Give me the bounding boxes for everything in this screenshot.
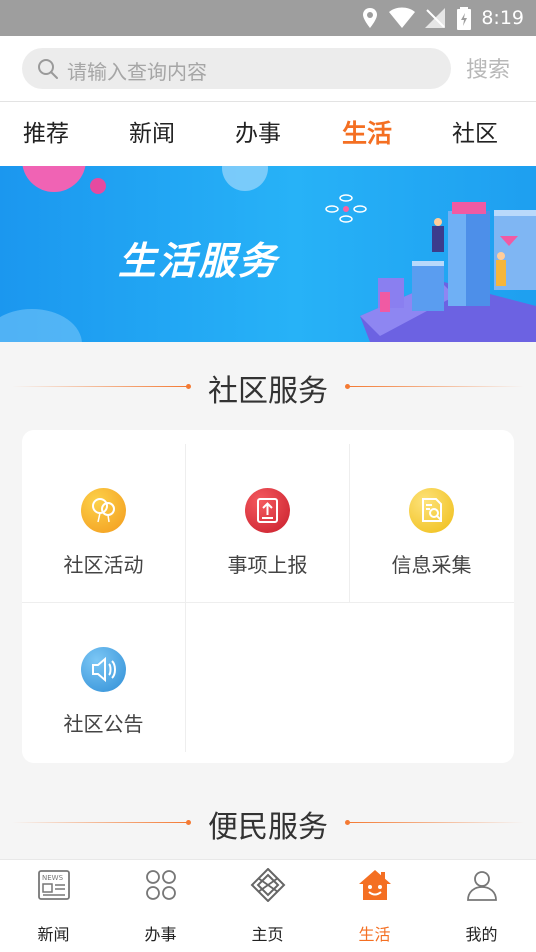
divider-dot <box>186 820 191 825</box>
speaker-icon <box>81 647 126 692</box>
signal-icon <box>425 8 445 28</box>
nav-label: 办事 <box>144 925 177 944</box>
divider-right <box>349 822 524 823</box>
service-label: 社区公告 <box>63 712 144 736</box>
service-report-matter[interactable]: 事项上报 <box>186 440 349 602</box>
divider-right <box>349 386 524 387</box>
tab-life[interactable]: 生活 <box>342 102 392 166</box>
convenience-section-header: 便民服务 <box>0 802 536 845</box>
section-title: 社区服务 <box>208 374 328 409</box>
user-icon <box>467 871 497 901</box>
home-logo-icon <box>250 868 286 902</box>
section-title: 便民服务 <box>208 810 328 845</box>
upload-report-icon <box>245 488 290 533</box>
nav-label: 生活 <box>358 925 391 944</box>
wifi-icon <box>389 7 415 28</box>
bottom-nav: NEWS 新闻 办事 主页 生活 我的 <box>0 859 536 952</box>
search-input[interactable]: 请输入查询内容 <box>22 48 451 89</box>
divider-left <box>12 386 187 387</box>
status-bar: 8:19 <box>0 0 536 36</box>
battery-icon <box>457 7 471 30</box>
tab-news[interactable]: 新闻 <box>129 102 175 166</box>
nav-life[interactable]: 生活 <box>321 860 428 952</box>
nav-news[interactable]: NEWS 新闻 <box>0 860 107 952</box>
balloon-icon <box>81 488 126 533</box>
service-info-collection[interactable]: 信息采集 <box>350 440 513 602</box>
banner[interactable]: 生活服务 <box>0 166 536 342</box>
nav-label: 主页 <box>251 925 284 944</box>
nav-label: 我的 <box>465 925 498 944</box>
search-icon <box>38 59 58 79</box>
document-search-icon <box>409 488 454 533</box>
nav-mine[interactable]: 我的 <box>428 860 535 952</box>
tab-affairs[interactable]: 办事 <box>235 102 281 166</box>
house-smile-icon <box>359 870 391 900</box>
service-label: 事项上报 <box>227 553 308 577</box>
status-time: 8:19 <box>481 7 524 29</box>
service-community-activity[interactable]: 社区活动 <box>22 440 185 602</box>
divider-left <box>12 822 187 823</box>
grid-icon <box>146 870 176 900</box>
community-section-header: 社区服务 <box>0 366 536 409</box>
location-icon <box>363 8 377 28</box>
svg-text:NEWS: NEWS <box>42 874 64 882</box>
banner-title: 生活服务 <box>118 239 279 283</box>
service-community-notice[interactable]: 社区公告 <box>22 599 185 761</box>
tab-recommend[interactable]: 推荐 <box>23 102 69 166</box>
nav-label: 新闻 <box>37 925 70 944</box>
service-label: 信息采集 <box>391 553 472 577</box>
community-services-card: 社区活动 事项上报 信息采集 社区公告 <box>22 430 514 763</box>
search-button[interactable]: 搜索 <box>466 52 510 84</box>
search-placeholder: 请输入查询内容 <box>67 60 207 84</box>
service-label: 社区活动 <box>63 553 144 577</box>
news-icon: NEWS <box>38 870 70 900</box>
tab-community[interactable]: 社区 <box>452 102 498 166</box>
category-tabs: 推荐 新闻 办事 生活 社区 <box>0 102 536 166</box>
divider-dot <box>186 384 191 389</box>
header: 请输入查询内容 搜索 <box>0 36 536 102</box>
nav-home[interactable]: 主页 <box>214 860 321 952</box>
nav-affairs[interactable]: 办事 <box>107 860 214 952</box>
